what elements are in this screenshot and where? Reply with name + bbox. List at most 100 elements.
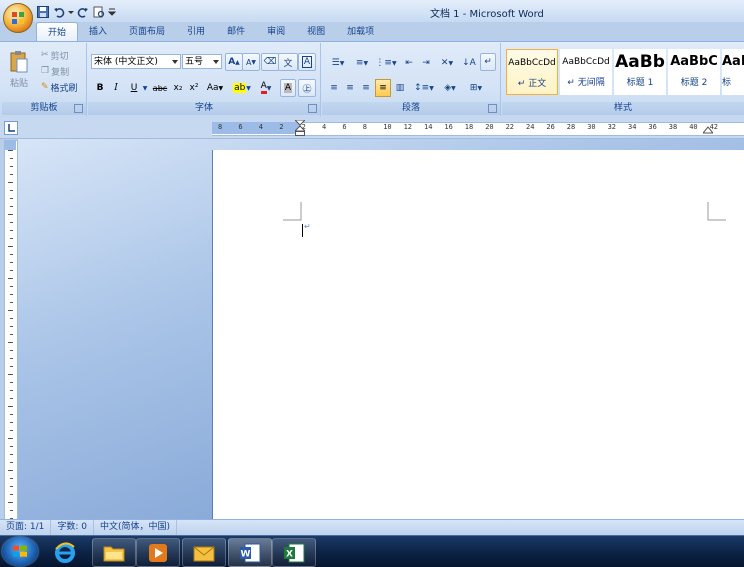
taskbar-ie[interactable] (48, 538, 82, 565)
style-no-spacing[interactable]: AaBbCcDd ↵ 无间隔 (560, 49, 612, 95)
tab-view[interactable]: 视图 (296, 22, 336, 42)
chinese-layout-button[interactable]: ✕ ▼ (436, 54, 458, 72)
font-size-combo[interactable]: 五号 (182, 54, 222, 69)
vertical-ruler-tick (8, 502, 13, 503)
print-preview-icon[interactable] (92, 5, 106, 19)
tab-home[interactable]: 开始 (36, 22, 79, 43)
tab-mailings[interactable]: 邮件 (216, 22, 256, 42)
status-language[interactable]: 中文(简体，中国) (94, 520, 178, 536)
ruler-number: 20 (485, 123, 494, 131)
bullet-list-icon: ☰ (331, 58, 340, 68)
format-painter-button[interactable]: ✎ 格式刷 (40, 78, 86, 96)
ruler-number: 4 (322, 123, 327, 131)
ruler-number: 12 (403, 123, 413, 131)
borders-button[interactable]: ⊞ ▼ (464, 79, 488, 97)
underline-dropdown[interactable]: ▼ (140, 79, 150, 97)
customize-qat-icon[interactable] (108, 5, 116, 19)
vertical-ruler-tick (8, 310, 13, 311)
tab-add-ins[interactable]: 加载项 (336, 22, 385, 42)
save-icon[interactable] (36, 5, 50, 19)
bold-button[interactable]: B (92, 79, 108, 97)
superscript-button[interactable]: x² (186, 79, 202, 97)
align-right-button[interactable]: ≡ (358, 79, 374, 97)
style-heading-2[interactable]: AaBbC 标题 2 (668, 49, 720, 95)
taskbar-explorer[interactable] (92, 538, 136, 567)
paragraph-launcher-icon[interactable] (488, 104, 497, 113)
tab-selector-icon[interactable] (4, 121, 18, 135)
vertical-ruler[interactable] (4, 140, 18, 520)
subscript-button[interactable]: x₂ (170, 79, 186, 97)
quick-access-toolbar (36, 4, 116, 20)
taskbar-word[interactable]: W (228, 538, 272, 567)
chevron-down-icon: ▼ (246, 84, 251, 92)
shrink-font-button[interactable]: A ▼ (242, 53, 260, 71)
justify-button[interactable]: ≡ (375, 79, 391, 97)
grow-font-button[interactable]: A ▲ (225, 53, 243, 71)
vertical-ruler-tick (10, 238, 13, 239)
tab-review[interactable]: 审阅 (256, 22, 296, 42)
font-name-combo[interactable]: 宋体 (中文正文) (91, 54, 181, 69)
bullets-button[interactable]: ☰ ▼ (326, 54, 350, 72)
font-launcher-icon[interactable] (308, 104, 317, 113)
character-border-button[interactable]: A (298, 53, 316, 71)
decrease-indent-button[interactable]: ⇤ (400, 54, 418, 72)
shading-button[interactable]: ◈ ▼ (438, 79, 462, 97)
increase-indent-button[interactable]: ⇥ (417, 54, 435, 72)
ruler-number: 22 (505, 123, 515, 131)
distributed-button[interactable]: ▥ (392, 79, 408, 97)
indent-icon: ⇥ (422, 58, 430, 68)
status-bar: 页面: 1/1 字数: 0 中文(简体，中国) (0, 519, 744, 536)
tab-insert[interactable]: 插入 (78, 22, 118, 42)
vertical-ruler-tick (10, 302, 13, 303)
taskbar-media-player[interactable] (136, 538, 180, 567)
ribbon: 粘贴 ✂ 剪切 ❐ 复制 ✎ 格式刷 剪贴板 宋体 (中文正文) 五号 A ▲ A… (0, 41, 744, 119)
ruler-number: 40 (689, 123, 698, 131)
vertical-ruler-tick (8, 470, 13, 471)
top-left-margin-mark (283, 202, 302, 221)
taskbar-outlook[interactable] (182, 538, 226, 567)
clipboard-launcher-icon[interactable] (74, 104, 83, 113)
vertical-ruler-tick (10, 158, 13, 159)
ruler-number: 32 (607, 123, 617, 131)
enclose-characters-button[interactable]: ㊤ (298, 79, 316, 97)
character-shading-button[interactable]: A (280, 79, 296, 97)
ruler-number: 26 (546, 123, 555, 131)
align-left-button[interactable]: ≡ (326, 79, 342, 97)
line-spacing-button[interactable]: ↕≡ ▼ (412, 79, 436, 97)
office-button[interactable] (3, 3, 33, 33)
show-marks-button[interactable]: ↵ (480, 53, 496, 71)
style-heading-1[interactable]: AaBb 标题 1 (614, 49, 666, 95)
sort-button[interactable]: ↓A (460, 54, 478, 72)
redo-icon[interactable] (76, 5, 90, 19)
status-page[interactable]: 页面: 1/1 (0, 520, 52, 536)
start-button[interactable] (2, 537, 38, 566)
undo-icon[interactable] (52, 5, 66, 19)
document-page[interactable]: ↵ (212, 150, 744, 520)
styles-group-label: 样式 (502, 102, 744, 115)
style-normal[interactable]: AaBbCcDd ↵ 正文 (506, 49, 558, 95)
multilevel-list-button[interactable]: ⋮≡ ▼ (374, 54, 398, 72)
change-case-button[interactable]: Aa ▼ (203, 79, 227, 97)
tab-page-layout[interactable]: 页面布局 (118, 22, 176, 42)
strikethrough-button[interactable]: abc (150, 79, 170, 97)
style-title-partial[interactable]: AaB 标 (722, 49, 744, 95)
ruler-number: 30 (587, 123, 596, 131)
status-word-count[interactable]: 字数: 0 (51, 520, 95, 536)
clear-format-button[interactable]: ⌫ (261, 53, 279, 71)
phonetic-guide-button[interactable]: 文 (278, 53, 298, 71)
text-cursor (302, 224, 303, 237)
italic-button[interactable]: I (108, 79, 124, 97)
highlight-button[interactable]: ab ▼ (230, 79, 254, 97)
dropdown-arrow-icon[interactable] (68, 5, 74, 19)
ruler-number: 2 (279, 123, 284, 131)
svg-text:X: X (286, 549, 293, 559)
paste-button[interactable]: 粘贴 (6, 46, 32, 92)
font-color-button[interactable]: A ▼ (254, 79, 278, 97)
borders-icon: ⊞ (469, 83, 478, 93)
numbering-button[interactable]: ≡ ▼ (350, 54, 374, 72)
tab-references[interactable]: 引用 (176, 22, 216, 42)
media-player-icon (149, 543, 167, 562)
align-center-button[interactable]: ≡ (342, 79, 358, 97)
taskbar-excel[interactable]: X (272, 538, 316, 567)
vertical-ruler-tick (10, 206, 13, 207)
